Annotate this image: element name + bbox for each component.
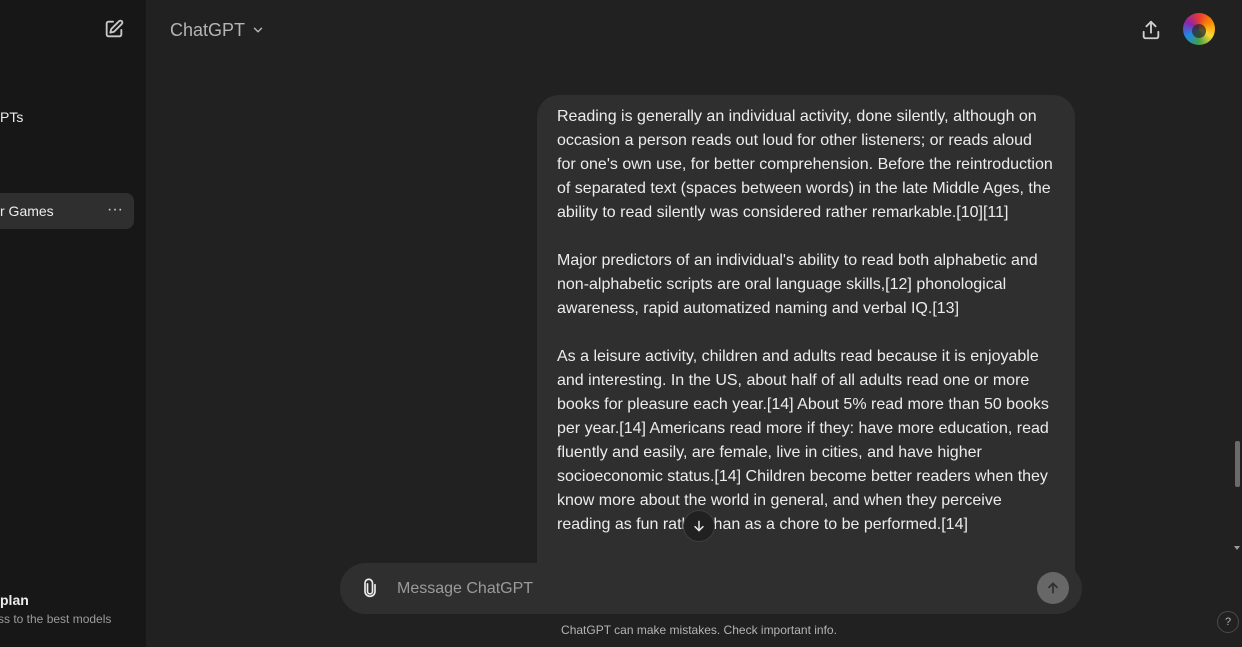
avatar-face: [1192, 24, 1206, 38]
upgrade-plan[interactable]: plan ss to the best models: [0, 592, 111, 626]
message-paragraph: As a leisure activity, children and adul…: [557, 348, 1049, 533]
message-input[interactable]: [395, 576, 1019, 602]
arrow-down-icon: [694, 520, 704, 532]
sidebar-chat-item-active[interactable]: r Games ···: [0, 193, 134, 229]
share-icon: [1142, 20, 1160, 40]
user-message-bubble: Reading is generally an individual activ…: [537, 95, 1075, 575]
help-button[interactable]: ?: [1217, 611, 1239, 633]
attach-button[interactable]: [358, 576, 382, 600]
chevron-down-icon: [251, 23, 265, 37]
send-button[interactable]: [1037, 572, 1069, 604]
more-options-icon[interactable]: ···: [104, 199, 126, 221]
sidebar: PTs r Games ··· plan ss to the best mode…: [0, 0, 146, 647]
sidebar-chat-label: r Games: [0, 203, 54, 219]
scrollbar-down-arrow[interactable]: [1234, 546, 1240, 550]
scroll-to-bottom-button[interactable]: [683, 510, 715, 542]
arrow-up-icon: [1048, 582, 1058, 594]
avatar[interactable]: [1183, 13, 1215, 45]
model-name: ChatGPT: [170, 19, 246, 40]
paperclip-icon: [364, 578, 376, 598]
sidebar-item-explore-gpts[interactable]: PTs: [0, 109, 23, 125]
new-chat-button[interactable]: [102, 17, 126, 41]
main-area: ChatGPT Reading is generally an individu…: [146, 0, 1242, 647]
model-selector[interactable]: ChatGPT: [170, 18, 265, 42]
message-composer: [340, 563, 1082, 614]
edit-icon: [105, 19, 124, 38]
upgrade-plan-title: plan: [0, 592, 29, 608]
top-bar: ChatGPT: [146, 0, 1242, 60]
share-button[interactable]: [1138, 17, 1164, 43]
upgrade-plan-subtitle: ss to the best models: [0, 612, 112, 626]
scrollbar-thumb[interactable]: [1235, 441, 1240, 487]
message-paragraph: Reading is generally an individual activ…: [557, 108, 1053, 221]
user-message-text: Reading is generally an individual activ…: [537, 95, 1075, 537]
disclaimer-text: ChatGPT can make mistakes. Check importa…: [561, 623, 837, 637]
message-paragraph: Major predictors of an individual's abil…: [557, 252, 1038, 317]
